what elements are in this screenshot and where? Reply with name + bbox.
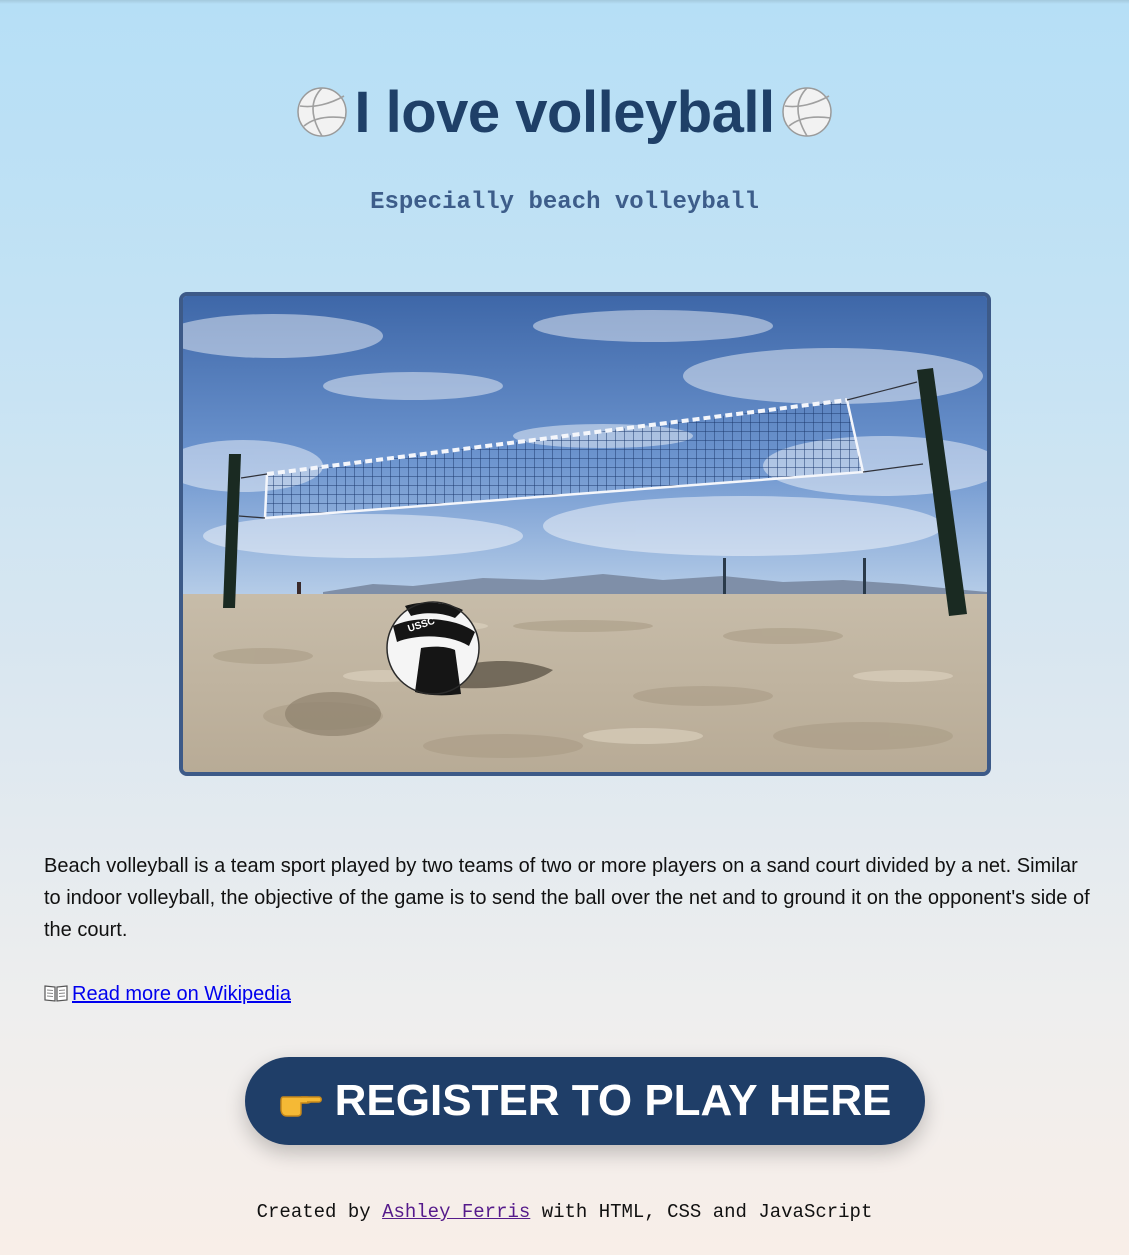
beach-scene-illustration: USSC bbox=[183, 296, 987, 772]
top-edge-shadow bbox=[0, 0, 1129, 4]
page-title-text: I love volleyball bbox=[354, 80, 775, 145]
author-link[interactable]: Ashley Ferris bbox=[382, 1201, 530, 1223]
volleyball-icon bbox=[781, 87, 832, 137]
volleyball-icon bbox=[297, 87, 348, 137]
page-title: I love volleyball bbox=[0, 78, 1129, 148]
register-button[interactable]: REGISTER TO PLAY HERE bbox=[245, 1057, 925, 1145]
footer-suffix: with HTML, CSS and JavaScript bbox=[541, 1201, 873, 1223]
pointing-hand-icon bbox=[279, 1096, 322, 1117]
footer: Created by Ashley Ferris with HTML, CSS … bbox=[0, 1199, 1129, 1225]
book-icon bbox=[44, 985, 68, 1002]
wikipedia-link[interactable]: Read more on Wikipedia bbox=[44, 979, 291, 1009]
footer-prefix: Created by bbox=[256, 1201, 371, 1223]
beach-volleyball-photo: USSC bbox=[179, 292, 991, 776]
register-button-label: REGISTER TO PLAY HERE bbox=[334, 1076, 892, 1125]
description-paragraph: Beach volleyball is a team sport played … bbox=[44, 855, 1090, 941]
wikipedia-link-label: Read more on Wikipedia bbox=[72, 983, 291, 1005]
page-subtitle: Especially beach volleyball bbox=[370, 189, 759, 216]
